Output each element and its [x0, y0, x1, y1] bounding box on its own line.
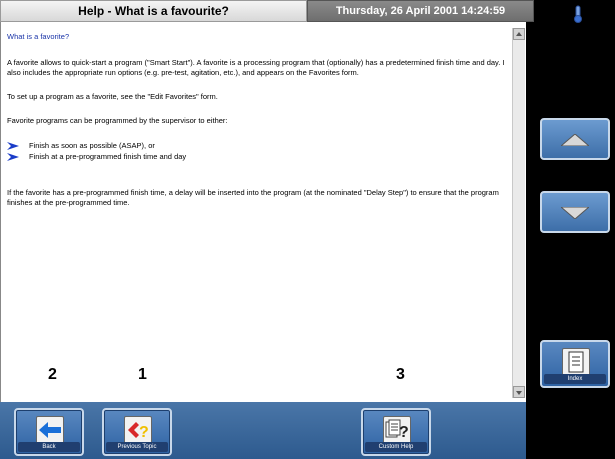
annotation-number: 2	[48, 366, 57, 383]
bullet-text: Finish at a pre-programmed finish time a…	[29, 151, 187, 161]
help-paragraph: To set up a program as a favorite, see t…	[7, 92, 218, 101]
help-paragraph: Favorite programs can be programmed by t…	[7, 116, 228, 125]
scroll-page-down-button[interactable]	[540, 191, 610, 233]
triangle-down-icon	[561, 207, 589, 219]
scroll-up-icon[interactable]	[513, 28, 525, 40]
svg-text:?: ?	[399, 424, 409, 441]
index-icon	[562, 348, 590, 376]
custom-help-label: Custom Help	[365, 442, 427, 452]
index-button[interactable]: Index	[540, 340, 610, 388]
back-button[interactable]: Back	[14, 408, 84, 456]
window-title: Help - What is a favourite?	[0, 0, 307, 22]
title-bar: Help - What is a favourite? Thursday, 26…	[0, 0, 534, 22]
back-arrow-icon	[36, 416, 64, 444]
help-paragraph: A favorite allows to quick-start a progr…	[7, 58, 505, 77]
datetime-display: Thursday, 26 April 2001 14:24:59	[307, 0, 534, 22]
scroll-down-icon[interactable]	[513, 386, 525, 398]
right-panel: Index	[534, 0, 615, 459]
vertical-scrollbar[interactable]	[512, 28, 525, 398]
bullet-text: Finish as soon as possible (ASAP), or	[29, 140, 155, 150]
custom-help-button[interactable]: ? Custom Help	[361, 408, 431, 456]
annotation-number: 3	[396, 366, 405, 383]
custom-help-icon: ?	[383, 416, 411, 444]
bottom-toolbar: Back ? Previous Topic ? Custom Help	[0, 402, 526, 459]
bullet-arrow-icon	[7, 141, 29, 150]
bullet-list: Finish as soon as possible (ASAP), or Fi…	[7, 140, 507, 162]
bullet-arrow-icon	[7, 152, 29, 161]
scroll-page-up-button[interactable]	[540, 118, 610, 160]
triangle-up-icon	[561, 134, 589, 146]
bullet-item: Finish at a pre-programmed finish time a…	[7, 151, 507, 162]
help-text: What is a favorite? A favorite allows to…	[7, 32, 507, 222]
help-paragraph: If the favorite has a pre-programmed fin…	[7, 188, 499, 207]
index-label: Index	[544, 374, 606, 384]
back-label: Back	[18, 442, 80, 452]
previous-topic-icon: ?	[124, 416, 152, 444]
annotation-number: 1	[138, 366, 147, 383]
previous-topic-label: Previous Topic	[106, 442, 168, 452]
help-heading: What is a favorite?	[7, 32, 70, 41]
bullet-item: Finish as soon as possible (ASAP), or	[7, 140, 507, 151]
svg-text:?: ?	[139, 424, 149, 440]
thermometer-icon	[574, 5, 582, 23]
help-content-panel: What is a favorite? A favorite allows to…	[0, 22, 526, 402]
previous-topic-button[interactable]: ? Previous Topic	[102, 408, 172, 456]
